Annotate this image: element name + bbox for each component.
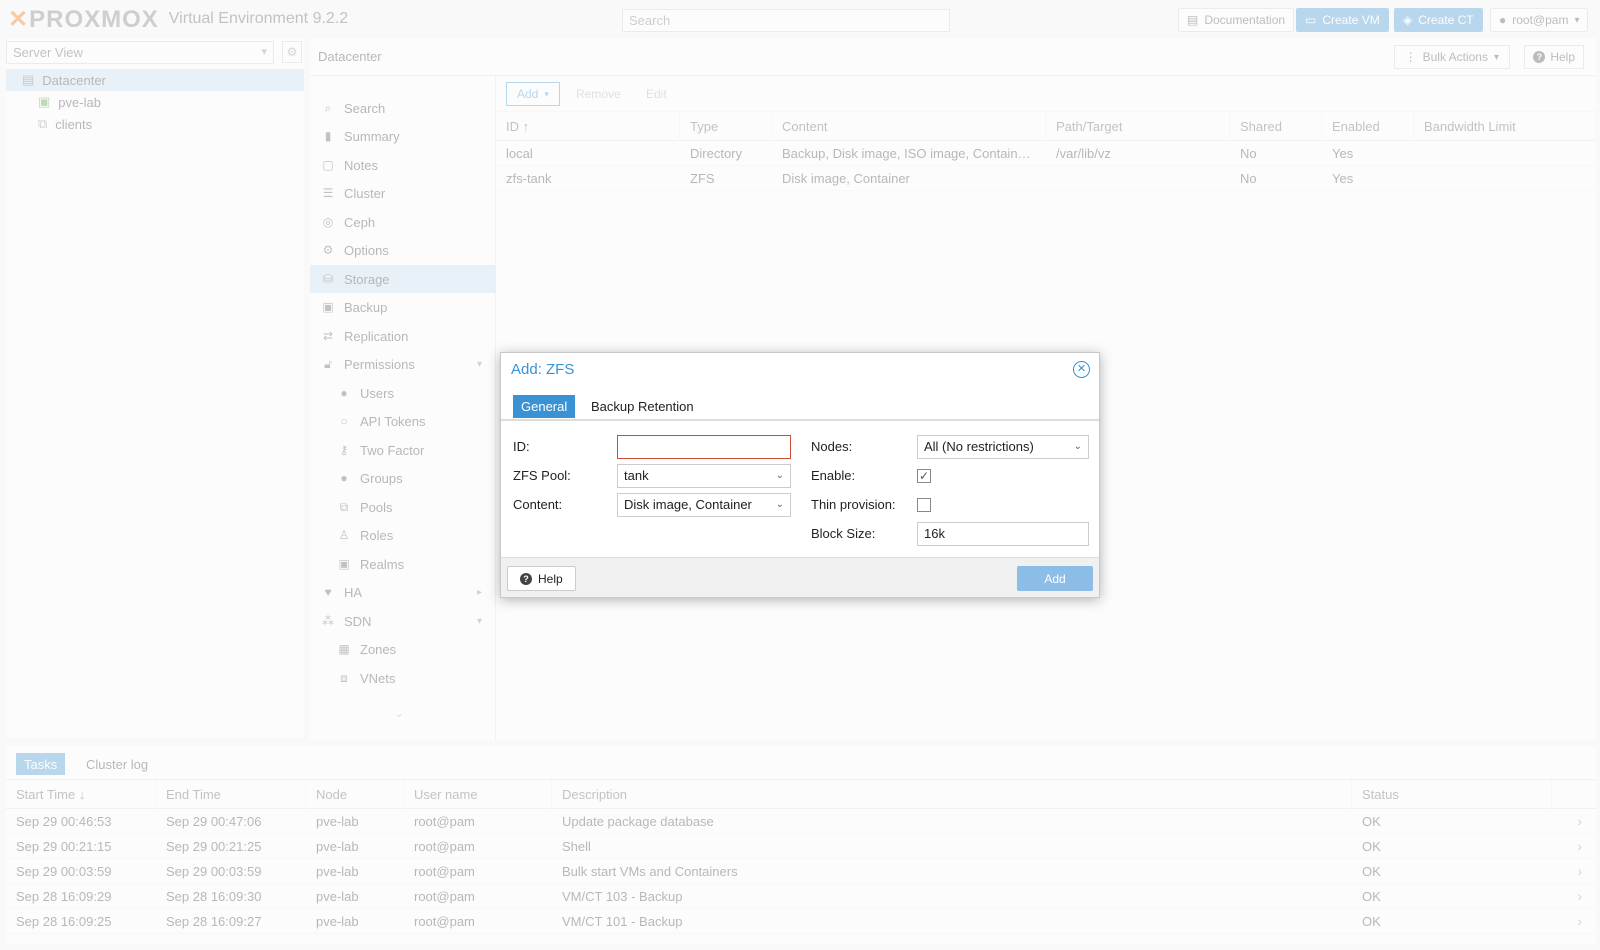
content-value: Disk image, Container [624, 497, 752, 512]
tab-backup-retention[interactable]: Backup Retention [583, 395, 702, 418]
close-icon[interactable]: ✕ [1073, 361, 1090, 378]
nodes-select[interactable]: All (No restrictions) ⌄ [917, 435, 1089, 459]
thin-provision-label: Thin provision: [811, 497, 896, 512]
nodes-value: All (No restrictions) [924, 439, 1034, 454]
id-label: ID: [513, 439, 530, 454]
dialog-help-button[interactable]: ? Help [507, 566, 576, 591]
enable-label: Enable: [811, 468, 856, 483]
enable-checkbox[interactable]: ✓ [917, 469, 931, 483]
id-input[interactable] [617, 435, 791, 459]
zfs-pool-label: ZFS Pool: [513, 468, 571, 483]
thin-provision-checkbox[interactable] [917, 498, 931, 512]
dialog-title: Add: ZFS [511, 361, 575, 378]
dialog-tabs: General Backup Retention [501, 391, 1099, 421]
block-size-label: Block Size: [811, 526, 876, 541]
chevron-down-icon: ⌄ [1073, 441, 1082, 452]
zfs-pool-value: tank [624, 468, 649, 483]
add-zfs-dialog: Add: ZFS ✕ General Backup Retention ID: … [500, 352, 1100, 598]
zfs-pool-select[interactable]: tank ⌄ [617, 464, 791, 488]
dialog-footer: ? Help Add [501, 557, 1099, 597]
chevron-down-icon: ⌄ [775, 499, 784, 510]
content-label: Content: [513, 497, 563, 512]
help-icon: ? [520, 572, 532, 585]
nodes-label: Nodes: [811, 439, 853, 454]
content-select[interactable]: Disk image, Container ⌄ [617, 493, 791, 517]
dialog-add-button[interactable]: Add [1017, 566, 1093, 591]
block-size-input[interactable]: 16k [917, 522, 1089, 546]
chevron-down-icon: ⌄ [775, 470, 784, 481]
help-label: Help [538, 571, 563, 586]
tab-general[interactable]: General [513, 395, 576, 418]
